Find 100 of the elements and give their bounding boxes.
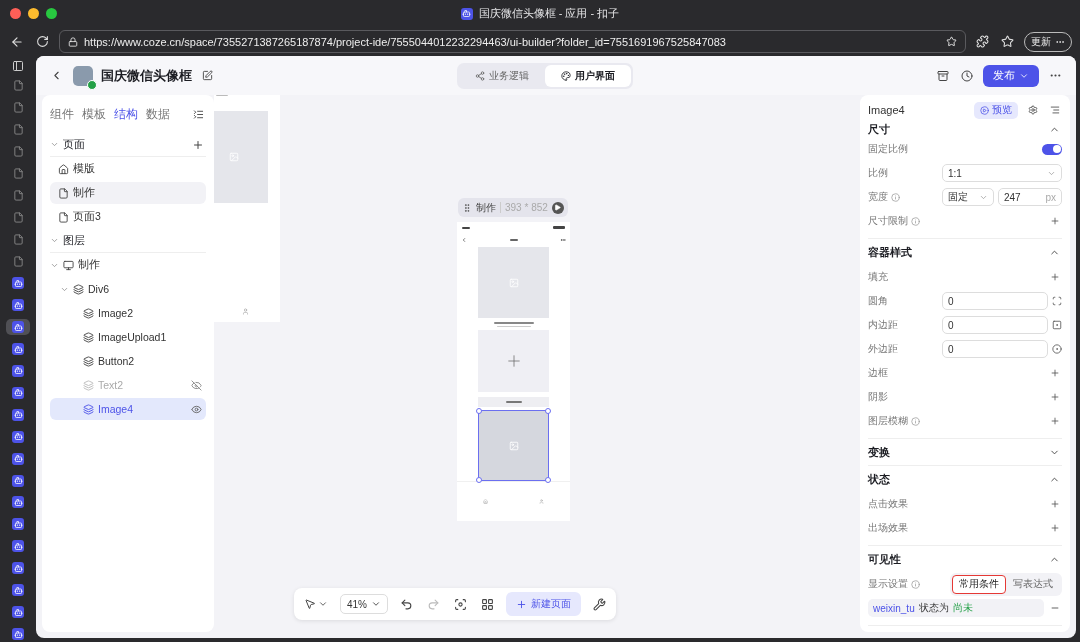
segment-tab[interactable]: 常用条件 [952, 574, 1006, 594]
segment-tab[interactable]: 写表达式 [1006, 574, 1060, 594]
lock-icon [68, 36, 78, 47]
bot-icon[interactable] [12, 496, 24, 509]
bot-icon[interactable] [12, 386, 24, 399]
property-label: 外边距 [868, 342, 898, 356]
settings-icon[interactable] [1026, 103, 1040, 117]
bot-icon[interactable] [12, 518, 24, 531]
minimize-button[interactable] [28, 8, 39, 19]
bot-icon[interactable] [12, 408, 24, 421]
bot-icon[interactable] [12, 452, 24, 465]
property-label: 固定比例 [868, 142, 908, 156]
caret-icon [371, 599, 381, 609]
bot-icon[interactable] [12, 606, 24, 619]
input-field[interactable]: 0 [942, 340, 1048, 358]
select-field[interactable]: 1:1 [942, 164, 1062, 182]
frame-label[interactable]: 制作 393 * 852 [458, 198, 568, 217]
new-page-button[interactable]: 新建页面 [506, 592, 581, 616]
edit-icon[interactable] [200, 68, 215, 83]
select-field[interactable]: 固定 [942, 188, 994, 206]
share-icon [475, 70, 485, 81]
selected-image[interactable] [478, 410, 549, 481]
panel-tab[interactable]: 数据 [146, 105, 170, 123]
property-label: 点击效果 [868, 497, 908, 511]
sidebar-icon [12, 60, 24, 72]
circle-dot-icon [1052, 344, 1062, 354]
input-field[interactable]: 247 px [998, 188, 1062, 206]
pointer-icon [304, 598, 316, 610]
bot-icon[interactable] [12, 277, 24, 290]
bot-icon[interactable] [12, 628, 24, 640]
star-icon [946, 36, 957, 47]
toggle-switch[interactable] [1042, 143, 1062, 155]
project-name: 国庆微信头像框 [101, 66, 192, 85]
layer-item[interactable]: Div6 [50, 278, 206, 300]
layer-item[interactable]: Image4 [50, 398, 206, 420]
condition-field[interactable]: weixin_tu 状态为 尚未 [868, 599, 1044, 617]
user-icon [539, 499, 545, 504]
section-title: 状态 [868, 471, 891, 487]
bot-icon[interactable] [12, 343, 24, 355]
layers-icon [83, 403, 94, 415]
file-icon [12, 102, 24, 114]
section-title: 可见性 [868, 551, 902, 567]
zoom-select[interactable]: 41% [340, 594, 388, 614]
corners-icon [1052, 296, 1062, 306]
panel-tab[interactable]: 结构 [114, 105, 138, 123]
grip-icon [462, 202, 472, 213]
layer-item[interactable]: Image2 [50, 302, 206, 324]
file-icon [12, 124, 24, 136]
property-label: 内边距 [868, 318, 898, 332]
file-icon [12, 146, 24, 158]
info-icon [891, 192, 900, 202]
text-line [509, 239, 518, 241]
address-field[interactable]: https://www.coze.cn/space/7355271387265187874/project-ide/7555044012232294463/ui-builder?folder_id=7551691967525847083 [59, 30, 966, 53]
info-icon [911, 216, 920, 226]
page-item[interactable]: 页面3 [50, 206, 206, 228]
close-button[interactable] [10, 8, 21, 19]
page-item[interactable]: 制作 [50, 182, 206, 204]
bot-icon[interactable] [12, 562, 24, 575]
layer-item[interactable]: ImageUpload1 [50, 326, 206, 348]
user-icon [242, 308, 249, 315]
input-field[interactable]: 0 [942, 292, 1048, 310]
input-field[interactable]: 0 [942, 316, 1048, 334]
history-icon[interactable] [959, 67, 975, 84]
eye-off-icon [191, 379, 202, 391]
text-line [496, 326, 531, 327]
layers-icon [83, 307, 94, 319]
wrench-icon[interactable] [591, 595, 608, 613]
property-label: 比例 [868, 166, 888, 180]
publish-button[interactable]: 发布 [983, 64, 1039, 87]
bot-icon[interactable] [12, 540, 24, 553]
generate-bar[interactable] [478, 397, 549, 407]
section-title: 页面 [63, 137, 86, 152]
bot-icon[interactable] [12, 430, 24, 443]
layer-item[interactable]: 制作 [50, 254, 206, 276]
layer-item[interactable]: Button2 [50, 350, 206, 372]
mode-tab[interactable]: 用户界面 [545, 64, 631, 87]
page-item[interactable]: 模版 [50, 158, 206, 180]
section-title: 图层 [63, 233, 86, 248]
bot-icon[interactable] [12, 364, 24, 377]
mode-tab[interactable]: 业务逻辑 [459, 64, 545, 87]
favorites-icon[interactable] [999, 33, 1016, 50]
reload-icon[interactable] [34, 33, 51, 50]
preview-button[interactable]: 预览 [974, 101, 1018, 119]
maximize-button[interactable] [46, 8, 57, 19]
bot-icon[interactable] [12, 321, 24, 334]
caret-icon [318, 599, 328, 609]
section-title: 尺寸 [868, 121, 891, 137]
play-icon[interactable] [551, 201, 564, 214]
bot-icon[interactable] [12, 584, 24, 597]
component-name: Image4 [868, 104, 906, 116]
file-icon [12, 255, 24, 267]
file-icon [12, 212, 24, 223]
bot-icon[interactable] [12, 299, 24, 312]
file-icon [58, 211, 69, 223]
image-placeholder [478, 247, 549, 318]
puzzle-icon[interactable] [974, 33, 991, 50]
panel-tab[interactable]: 模板 [82, 105, 106, 123]
bot-icon[interactable] [12, 474, 24, 487]
layers-icon [83, 355, 94, 367]
panel-tab[interactable]: 组件 [50, 105, 74, 123]
